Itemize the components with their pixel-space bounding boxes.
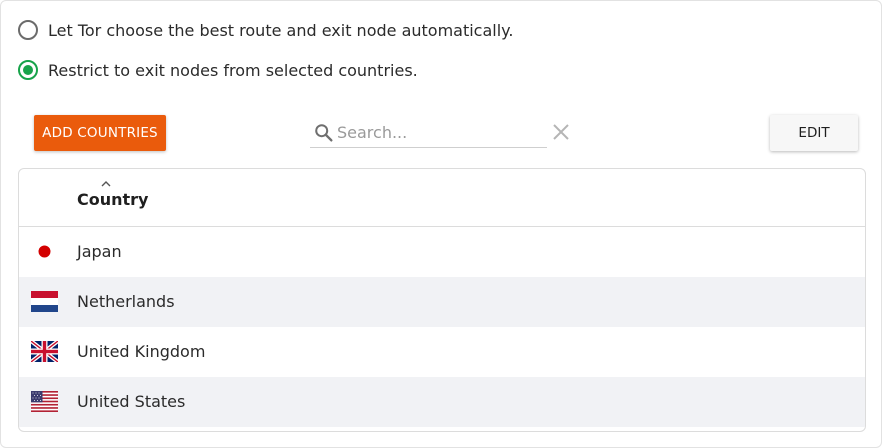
country-name: Japan [77, 242, 122, 261]
sort-ascending-icon[interactable] [101, 180, 111, 187]
auto-route-radio[interactable] [18, 20, 38, 40]
restrict-countries-radio[interactable] [18, 60, 38, 80]
restrict-countries-label: Restrict to exit nodes from selected cou… [48, 60, 418, 80]
search-box [310, 118, 547, 148]
auto-route-option[interactable]: Let Tor choose the best route and exit n… [18, 19, 513, 41]
table-row[interactable]: United States [19, 377, 865, 427]
countries-table: Country Japan Netherlands United Kingdom… [18, 168, 866, 432]
united-states-flag-icon [31, 391, 58, 412]
clear-search-icon[interactable] [552, 123, 570, 141]
country-name: United States [77, 392, 186, 411]
search-input[interactable] [337, 123, 537, 142]
search-icon [315, 123, 333, 142]
table-row[interactable]: Netherlands [19, 277, 865, 327]
japan-flag-icon [31, 241, 58, 262]
netherlands-flag-icon [31, 291, 58, 312]
exit-node-settings-panel: Let Tor choose the best route and exit n… [0, 0, 882, 448]
table-row[interactable]: Japan [19, 227, 865, 277]
table-row[interactable]: United Kingdom [19, 327, 865, 377]
add-countries-button[interactable]: ADD COUNTRIES [34, 115, 166, 151]
restrict-countries-option[interactable]: Restrict to exit nodes from selected cou… [18, 59, 418, 81]
united-kingdom-flag-icon [31, 341, 58, 362]
auto-route-label: Let Tor choose the best route and exit n… [48, 20, 514, 40]
country-column-header[interactable]: Country [77, 190, 148, 209]
table-header: Country [19, 169, 865, 227]
edit-button[interactable]: EDIT [770, 115, 858, 151]
country-name: United Kingdom [77, 342, 206, 361]
country-name: Netherlands [77, 292, 175, 311]
